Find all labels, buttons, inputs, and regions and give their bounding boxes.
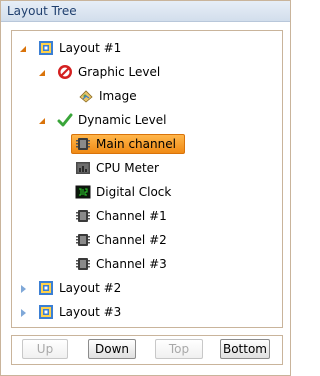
tree-item-graphic-level[interactable]: Graphic Level: [57, 61, 160, 83]
disabled-level-icon: [57, 64, 73, 80]
tree-item-label: Dynamic Level: [78, 113, 167, 127]
selection-highlight: Main channel: [71, 134, 185, 154]
collapse-arrow-icon[interactable]: [37, 68, 47, 78]
tree-item-label: Channel #2: [96, 233, 167, 247]
panel-header: Layout Tree: [1, 1, 290, 22]
image-icon: [78, 88, 94, 104]
cpu-meter-icon: [75, 160, 91, 176]
tree-item-label: Image: [99, 89, 137, 103]
tree-item-dynamic-level[interactable]: Dynamic Level: [57, 109, 166, 131]
tree-item-label: Channel #3: [96, 257, 167, 271]
channel-icon: [75, 208, 91, 224]
tree-item-channel-2[interactable]: Channel #2: [75, 229, 167, 251]
bottom-button[interactable]: Bottom: [220, 339, 270, 359]
tree-item-label: CPU Meter: [96, 161, 159, 175]
layout-icon: [38, 40, 54, 56]
channel-icon: [75, 256, 91, 272]
tree-item-digital-clock[interactable]: Digital Clock: [75, 181, 171, 203]
checkmark-icon: [57, 112, 73, 128]
collapse-arrow-icon[interactable]: [37, 116, 47, 126]
expand-arrow-icon[interactable]: [18, 308, 28, 318]
tree-item-label: Main channel: [96, 137, 176, 151]
tree-item-layout-3[interactable]: Layout #3: [38, 301, 121, 323]
channel-icon: [75, 136, 91, 152]
tree-item-image[interactable]: Image: [78, 85, 137, 107]
tree-item-layout-2[interactable]: Layout #2: [38, 277, 121, 299]
layout-tree-panel: Layout Tree Layout #1 Graphic Level Imag…: [0, 0, 291, 376]
up-button[interactable]: Up: [22, 339, 68, 359]
layout-icon: [38, 304, 54, 320]
tree-item-label: Layout #1: [59, 41, 122, 55]
tree-item-label: Layout #2: [59, 281, 122, 295]
expand-arrow-icon[interactable]: [18, 284, 28, 294]
top-button[interactable]: Top: [155, 339, 203, 359]
layout-tree[interactable]: Layout #1 Graphic Level Image Dynamic Le…: [11, 30, 283, 328]
tree-item-channel-3[interactable]: Channel #3: [75, 253, 167, 275]
down-button[interactable]: Down: [88, 339, 136, 359]
digital-clock-icon: [75, 184, 91, 200]
tree-item-main-channel[interactable]: Main channel: [71, 133, 185, 155]
tree-item-layout-1[interactable]: Layout #1: [38, 37, 121, 59]
tree-item-channel-1[interactable]: Channel #1: [75, 205, 167, 227]
channel-icon: [75, 232, 91, 248]
collapse-arrow-icon[interactable]: [18, 44, 28, 54]
layout-icon: [38, 280, 54, 296]
panel-title: Layout Tree: [7, 4, 77, 18]
tree-item-label: Layout #3: [59, 305, 122, 319]
tree-item-label: Channel #1: [96, 209, 167, 223]
button-bar: Up Down Top Bottom: [11, 335, 283, 365]
tree-item-label: Graphic Level: [78, 65, 161, 79]
tree-item-cpu-meter[interactable]: CPU Meter: [75, 157, 159, 179]
tree-item-label: Digital Clock: [96, 185, 172, 199]
